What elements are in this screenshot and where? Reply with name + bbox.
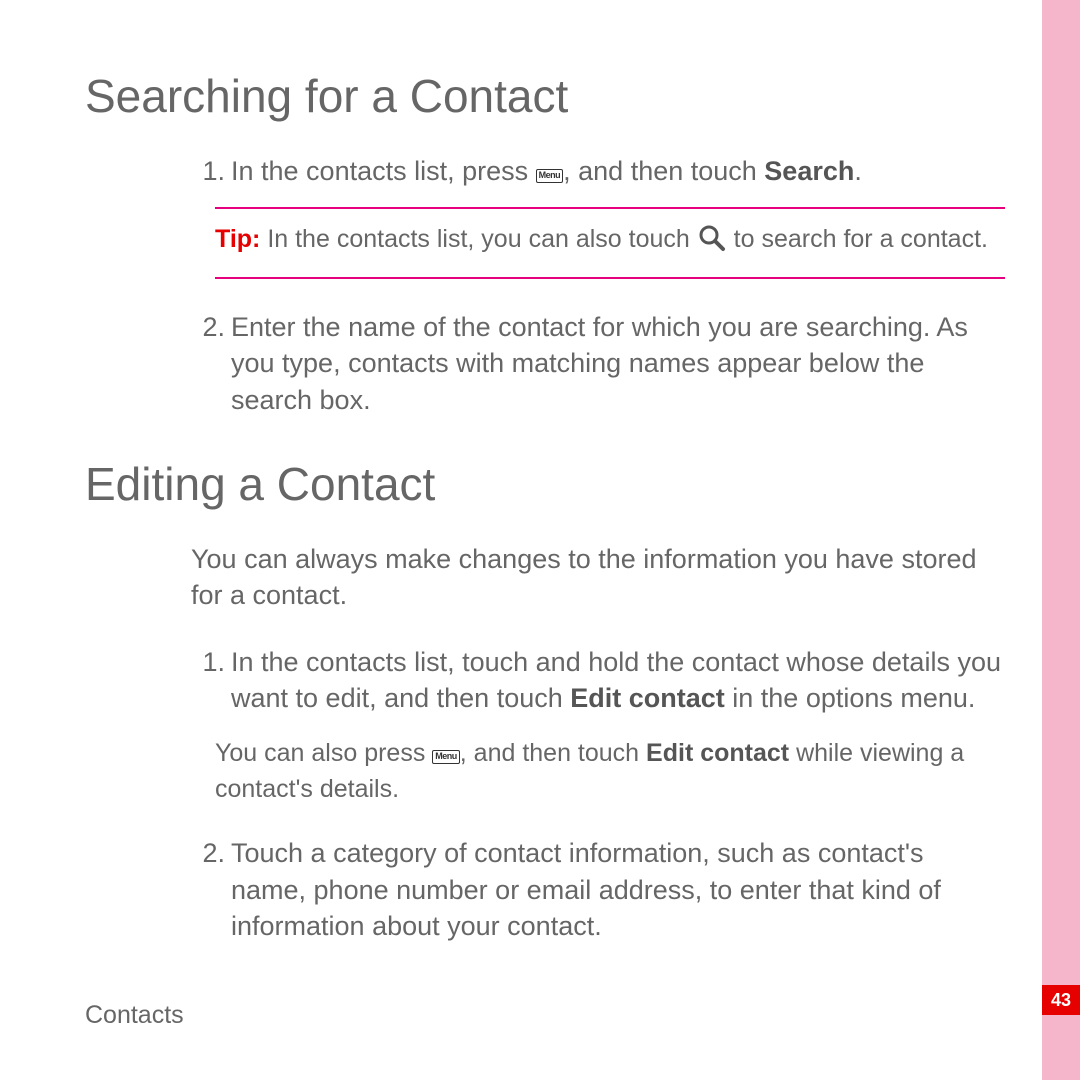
text: In the contacts list, press [231, 156, 536, 186]
menu-key-icon: Menu [432, 750, 460, 764]
search-step-2: 2. Enter the name of the contact for whi… [191, 309, 1005, 418]
edit-step-1: 1. In the contacts list, touch and hold … [191, 644, 1005, 717]
text: You can also press [215, 739, 432, 767]
tip-callout: Tip: In the contacts list, you can also … [215, 207, 1005, 279]
bold-text: Edit contact [570, 683, 725, 713]
text: . [854, 156, 862, 186]
tip-text: In the contacts list, you can also touch [260, 225, 696, 253]
list-number: 2. [191, 309, 231, 418]
tip-text: to search for a contact. [727, 225, 988, 253]
list-number: 1. [191, 644, 231, 717]
bold-text: Edit contact [646, 739, 789, 767]
bold-text: Search [764, 156, 854, 186]
heading-searching: Searching for a Contact [85, 70, 1005, 123]
page-number-badge: 43 [1042, 985, 1080, 1015]
step-text: In the contacts list, press Menu, and th… [231, 153, 1005, 189]
step-text: Touch a category of contact information,… [231, 835, 1005, 944]
list-number: 2. [191, 835, 231, 944]
side-tab-bar [1042, 0, 1080, 1080]
intro-paragraph: You can always make changes to the infor… [191, 541, 1005, 614]
search-icon [697, 223, 727, 265]
menu-key-icon: Menu [536, 169, 564, 183]
heading-editing: Editing a Contact [85, 458, 1005, 511]
footer-section-label: Contacts [85, 1001, 184, 1030]
sub-note: You can also press Menu, and then touch … [215, 735, 1005, 808]
page-content: Searching for a Contact 1. In the contac… [85, 70, 1005, 963]
text: , and then touch [460, 739, 646, 767]
tip-label: Tip: [215, 225, 260, 253]
list-number: 1. [191, 153, 231, 189]
text: , and then touch [563, 156, 764, 186]
step-text: Enter the name of the contact for which … [231, 309, 1005, 418]
edit-step-2: 2. Touch a category of contact informati… [191, 835, 1005, 944]
step-text: In the contacts list, touch and hold the… [231, 644, 1005, 717]
search-step-1: 1. In the contacts list, press Menu, and… [191, 153, 1005, 189]
text: in the options menu. [725, 683, 976, 713]
